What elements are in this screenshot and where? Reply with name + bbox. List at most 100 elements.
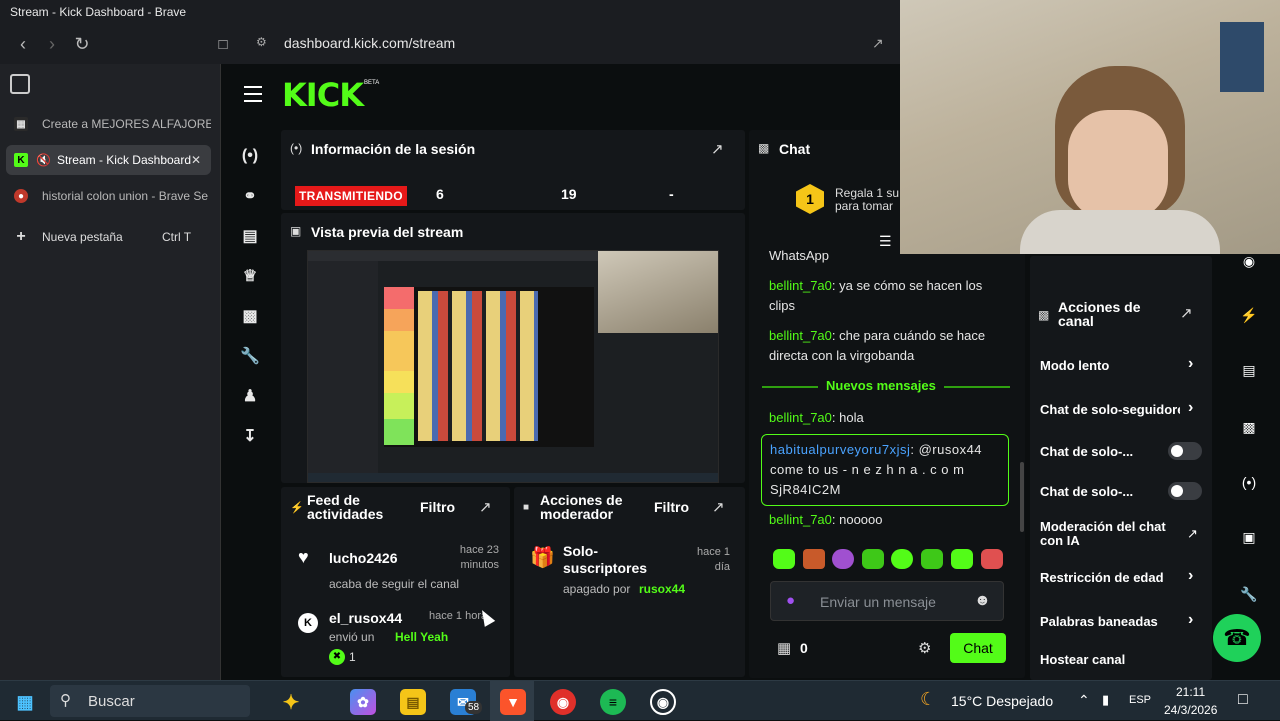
- tab-kick-dashboard[interactable]: K 🔇 Stream - Kick Dashboard ✕: [6, 145, 211, 175]
- share-icon[interactable]: ↗: [872, 35, 884, 52]
- weather-text[interactable]: 15°C Despejado: [951, 693, 1053, 709]
- wrench-icon[interactable]: 🔧: [1236, 581, 1262, 607]
- file-explorer-icon[interactable]: ▤: [400, 689, 426, 715]
- kick-favicon-icon: K: [14, 153, 28, 167]
- link-icon[interactable]: ⚭: [236, 182, 264, 210]
- video-icon[interactable]: ▩: [236, 302, 264, 330]
- emote-icon[interactable]: [891, 549, 913, 569]
- usb-icon[interactable]: ▮: [1102, 692, 1109, 708]
- chat-message[interactable]: bellint_7a0: ya se cómo se hacen los cli…: [769, 276, 1009, 316]
- emote-icon[interactable]: [951, 549, 973, 569]
- clock-date[interactable]: 24/3/2026: [1164, 703, 1217, 717]
- age-restriction-item[interactable]: Restricción de edad: [1040, 570, 1205, 585]
- mod-action-user[interactable]: rusox44: [639, 582, 685, 596]
- tab-alfajores[interactable]: ▦ Create a MEJORES ALFAJORES t: [6, 109, 211, 139]
- brave-icon[interactable]: ▼: [500, 689, 526, 715]
- windows-start-icon[interactable]: ▦: [12, 689, 38, 715]
- notifications-icon[interactable]: □: [1238, 691, 1248, 709]
- emote-icon[interactable]: [981, 549, 1003, 569]
- chat-scrollbar[interactable]: [1020, 462, 1024, 532]
- kick-logo[interactable]: KICK: [282, 76, 364, 114]
- popout-icon[interactable]: ↗: [711, 140, 724, 158]
- popout-icon[interactable]: ↗: [712, 498, 725, 516]
- send-chat-button[interactable]: Chat: [950, 633, 1006, 663]
- emote-icon[interactable]: [832, 549, 854, 569]
- document-icon[interactable]: ▤: [1236, 357, 1262, 383]
- media-icon[interactable]: ▣: [1236, 524, 1262, 550]
- menu-icon[interactable]: [244, 86, 262, 102]
- feed-user[interactable]: el_rusox44: [329, 610, 402, 626]
- chat-message[interactable]: bellint_7a0: che para cuándo se hace dir…: [769, 326, 1009, 366]
- chat-username[interactable]: bellint_7a0: [769, 328, 832, 343]
- copilot-sparkle-icon[interactable]: ✦: [278, 689, 304, 715]
- users-icon[interactable]: ♟: [236, 382, 264, 410]
- support-chat-icon[interactable]: ☎: [1213, 614, 1261, 662]
- trophy-icon[interactable]: ♕: [236, 262, 264, 290]
- close-tab-icon[interactable]: ✕: [191, 153, 201, 167]
- language-indicator[interactable]: ESP: [1129, 694, 1151, 706]
- popout-icon[interactable]: ↗: [1180, 304, 1193, 322]
- emote-icon[interactable]: [921, 549, 943, 569]
- emotes-only-toggle[interactable]: [1168, 482, 1202, 500]
- download-icon[interactable]: ↧: [236, 422, 264, 450]
- chat-icon[interactable]: ▩: [1236, 414, 1262, 440]
- feed-user[interactable]: lucho2426: [329, 550, 397, 566]
- subs-only-toggle[interactable]: [1168, 442, 1202, 460]
- ai-moderation-item[interactable]: Moderación del chat con IA: [1040, 520, 1180, 548]
- chevron-right-icon[interactable]: ›: [1188, 567, 1193, 585]
- chat-settings-icon[interactable]: ⚙: [918, 639, 931, 657]
- back-icon[interactable]: ‹: [8, 29, 38, 59]
- obs-icon[interactable]: ◉: [650, 689, 676, 715]
- microphone-icon[interactable]: ●: [786, 592, 795, 609]
- flagged-chat-message[interactable]: habitualpurveyoru7xjsj: @rusox44 come to…: [761, 434, 1009, 506]
- chevron-right-icon[interactable]: ›: [1188, 611, 1193, 629]
- reload-icon[interactable]: ↻: [67, 29, 97, 59]
- followers-only-item[interactable]: Chat de solo-seguidores: [1040, 402, 1180, 417]
- emote-icon[interactable]: [803, 549, 825, 569]
- chat-username[interactable]: bellint_7a0: [769, 278, 832, 293]
- emote-icon[interactable]: [773, 549, 795, 569]
- chat-username[interactable]: bellint_7a0: [769, 512, 832, 527]
- chat-message[interactable]: bellint_7a0: nooooo: [769, 510, 1009, 530]
- chevron-right-icon[interactable]: ›: [1188, 399, 1193, 417]
- tab-label: Nueva pestaña: [42, 230, 123, 244]
- popout-icon[interactable]: ↗: [479, 498, 492, 516]
- weather-moon-icon: ☾: [920, 689, 937, 709]
- broadcast-icon[interactable]: (•): [1236, 469, 1262, 495]
- bookmark-icon[interactable]: □: [208, 29, 238, 59]
- sidebar-toggle-icon[interactable]: [10, 74, 30, 94]
- external-link-icon[interactable]: ↗: [1187, 526, 1198, 542]
- copilot-icon[interactable]: ✿: [350, 689, 376, 715]
- tab-historial[interactable]: ● historial colon union - Brave Se: [6, 181, 211, 211]
- banned-words-item[interactable]: Palabras baneadas: [1040, 614, 1205, 629]
- muted-icon[interactable]: 🔇: [36, 153, 51, 167]
- app-icon[interactable]: ◉: [550, 689, 576, 715]
- mod-filter-button[interactable]: Filtro: [654, 499, 689, 515]
- chat-input[interactable]: ● Enviar un mensaje ☻: [770, 581, 1004, 621]
- taskbar-search[interactable]: ⚲ Buscar: [50, 685, 250, 717]
- address-bar[interactable]: ⚙ dashboard.kick.com/stream ↗: [250, 32, 900, 56]
- lightning-icon[interactable]: ⚡: [1236, 302, 1262, 328]
- feed-filter-button[interactable]: Filtro: [420, 499, 455, 515]
- chat-username[interactable]: bellint_7a0: [769, 410, 832, 425]
- preview-title: Vista previa del stream: [311, 224, 464, 240]
- site-settings-icon[interactable]: ⚙: [256, 35, 267, 49]
- forward-icon[interactable]: ›: [37, 29, 67, 59]
- host-channel-item[interactable]: Hostear canal: [1040, 652, 1205, 667]
- chevron-right-icon[interactable]: ›: [1188, 355, 1193, 373]
- stream-preview-video[interactable]: [307, 250, 719, 483]
- broadcast-icon[interactable]: (•): [236, 142, 264, 170]
- slow-mode-item[interactable]: Modo lento: [1040, 358, 1205, 373]
- emoji-icon[interactable]: ☻: [974, 592, 991, 610]
- analytics-icon[interactable]: ▤: [236, 222, 264, 250]
- gift-sub-promo[interactable]: Regala 1 su para tomar: [835, 187, 905, 213]
- tray-chevron-icon[interactable]: ⌃: [1078, 692, 1090, 709]
- spotify-icon[interactable]: ≡: [600, 689, 626, 715]
- wrench-icon[interactable]: 🔧: [236, 342, 264, 370]
- new-tab-button[interactable]: + Nueva pestaña Ctrl T: [6, 222, 211, 252]
- chat-message[interactable]: bellint_7a0: hola: [769, 408, 1009, 428]
- clock-time[interactable]: 21:11: [1176, 685, 1205, 699]
- emote-icon[interactable]: [862, 549, 884, 569]
- gift-icon: 🎁: [530, 547, 555, 569]
- chat-username[interactable]: habitualpurveyoru7xjsj: [770, 442, 910, 457]
